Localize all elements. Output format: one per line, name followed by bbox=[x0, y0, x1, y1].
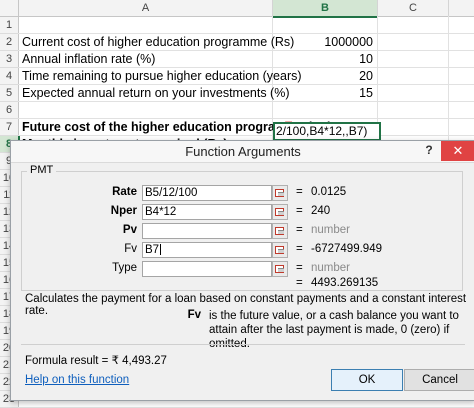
row-header[interactable]: 2 bbox=[0, 34, 19, 51]
collapse-dialog-icon[interactable] bbox=[272, 242, 288, 258]
dialog-titlebar[interactable]: Function Arguments ? ✕ bbox=[11, 141, 474, 163]
arg-input-rate[interactable]: B5/12/100 bbox=[142, 185, 272, 201]
row-header[interactable]: 5 bbox=[0, 85, 19, 102]
text-cursor bbox=[160, 244, 162, 256]
row-header[interactable]: 7 bbox=[0, 119, 19, 136]
help-icon[interactable]: ? bbox=[421, 143, 437, 159]
help-link[interactable]: Help on this function bbox=[25, 374, 129, 386]
arg-input-nper[interactable]: B4*12 bbox=[142, 204, 272, 220]
cell-b3[interactable]: 10 bbox=[275, 51, 373, 67]
ok-button[interactable]: OK bbox=[331, 369, 403, 391]
arg-result-fv: -6727499.949 bbox=[311, 243, 382, 255]
equals-sign: = bbox=[296, 224, 303, 236]
arg-result-rate: 0.0125 bbox=[311, 186, 347, 198]
arg-label-rate: Rate bbox=[112, 186, 137, 198]
arg-input-fv-text: B7 bbox=[145, 244, 160, 256]
cell-a2[interactable]: Current cost of higher education program… bbox=[22, 34, 294, 50]
row-header[interactable]: 3 bbox=[0, 51, 19, 68]
column-header-b[interactable]: B bbox=[273, 0, 378, 18]
row-gridline bbox=[18, 102, 474, 119]
cell-b5[interactable]: 15 bbox=[275, 85, 373, 101]
equals-sign: = bbox=[296, 277, 303, 289]
function-name: PMT bbox=[27, 164, 57, 176]
cell-a4[interactable]: Time remaining to pursue higher educatio… bbox=[22, 68, 302, 84]
formula-result-label: Formula result = bbox=[25, 355, 109, 367]
arg-result-pv: number bbox=[311, 224, 350, 236]
arg-help-name: Fv bbox=[187, 309, 201, 321]
arg-label-type: Type bbox=[112, 262, 137, 274]
overall-result: 4493.269135 bbox=[311, 277, 379, 289]
divider bbox=[21, 344, 465, 345]
arg-label-nper: Nper bbox=[110, 205, 137, 217]
dialog-title: Function Arguments bbox=[185, 144, 301, 159]
cell-a3[interactable]: Annual inflation rate (%) bbox=[22, 51, 155, 67]
select-all-corner[interactable] bbox=[0, 0, 19, 17]
equals-sign: = bbox=[296, 243, 303, 255]
cancel-button[interactable]: Cancel bbox=[404, 369, 474, 391]
column-header-c[interactable]: C bbox=[378, 0, 449, 17]
row-header[interactable]: 1 bbox=[0, 17, 19, 34]
formula-result: Formula result = ₹ 4,493.27 bbox=[25, 353, 167, 367]
equals-sign: = bbox=[296, 262, 303, 274]
function-arguments-dialog: Function Arguments ? ✕ PMT Rate B5/12/10… bbox=[10, 140, 474, 401]
cell-b8-editing[interactable]: 2/100,B4*12,,B7) bbox=[273, 122, 381, 141]
row-header[interactable]: 6 bbox=[0, 102, 19, 119]
row-header[interactable]: 4 bbox=[0, 68, 19, 85]
formula-result-value: ₹ 4,493.27 bbox=[111, 355, 167, 367]
cell-a5[interactable]: Expected annual return on your investmen… bbox=[22, 85, 290, 101]
cell-b2[interactable]: 1000000 bbox=[275, 34, 373, 50]
arg-label-fv: Fv bbox=[124, 243, 137, 255]
arg-label-pv: Pv bbox=[122, 224, 137, 236]
collapse-dialog-icon[interactable] bbox=[272, 223, 288, 239]
arg-result-type: number bbox=[311, 262, 350, 274]
row-gridline bbox=[18, 17, 474, 34]
column-header-a[interactable]: A bbox=[19, 0, 273, 17]
arg-input-fv[interactable]: B7 bbox=[142, 242, 272, 258]
equals-sign: = bbox=[296, 205, 303, 217]
equals-sign: = bbox=[296, 186, 303, 198]
arg-result-nper: 240 bbox=[311, 205, 331, 217]
cell-b4[interactable]: 20 bbox=[275, 68, 373, 84]
collapse-dialog-icon[interactable] bbox=[272, 261, 288, 277]
arg-input-pv[interactable] bbox=[142, 223, 272, 239]
column-header-d[interactable] bbox=[449, 0, 474, 17]
arg-input-type[interactable] bbox=[142, 261, 272, 277]
close-icon[interactable]: ✕ bbox=[441, 141, 474, 161]
collapse-dialog-icon[interactable] bbox=[272, 185, 288, 201]
collapse-dialog-icon[interactable] bbox=[272, 204, 288, 220]
